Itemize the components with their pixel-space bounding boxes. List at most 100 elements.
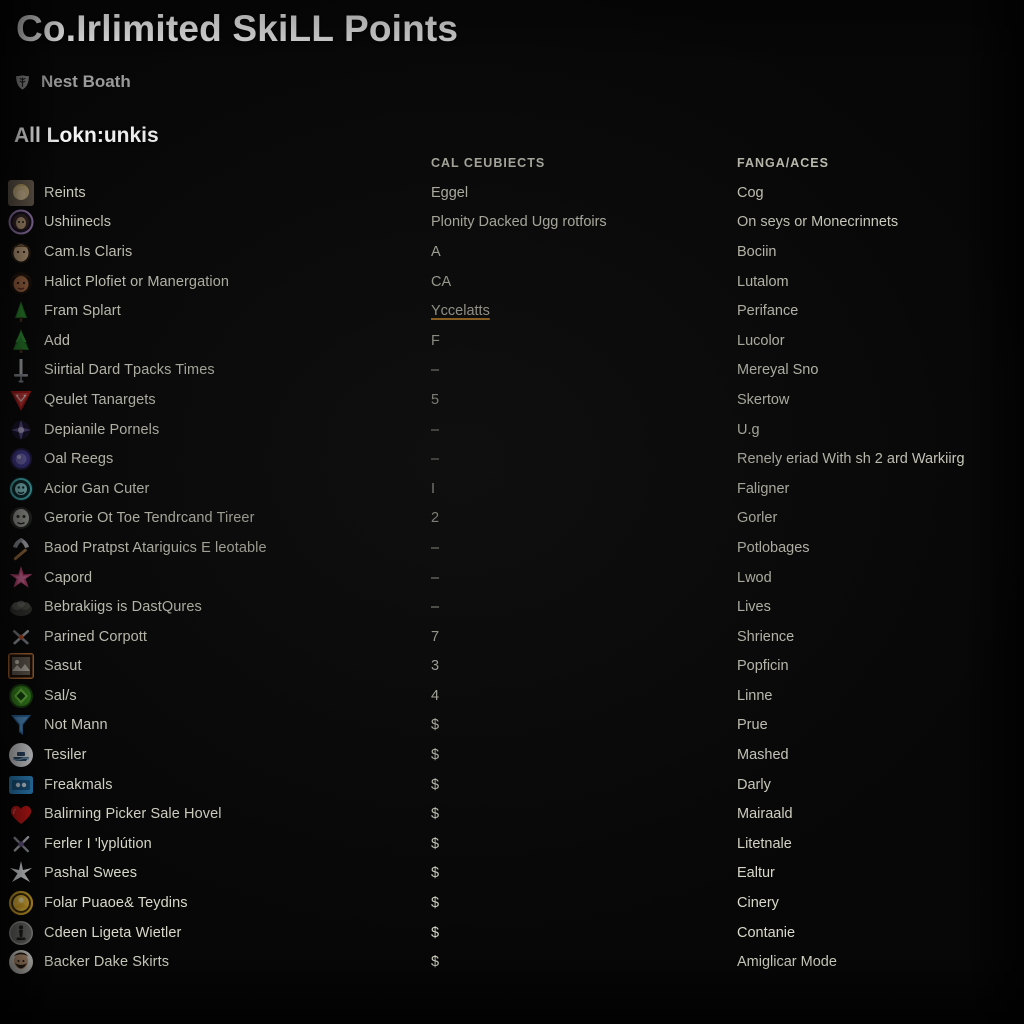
row-name-cell[interactable]: Parined Corpott	[8, 622, 147, 652]
row-mid-cell: $	[431, 711, 731, 741]
table-row[interactable]: Capord – Lwod	[0, 563, 1024, 593]
row-name-cell[interactable]: Freakmals	[8, 770, 113, 800]
row-mid-cell: F	[431, 326, 731, 356]
row-right-cell: Shrience	[737, 622, 1024, 652]
row-name-cell[interactable]: Acior Gan Cuter	[8, 474, 149, 504]
section-title: All Lokn:unkis	[14, 124, 159, 147]
row-name-cell[interactable]: Tesiler	[8, 740, 87, 770]
row-name-cell[interactable]: Sasut	[8, 652, 82, 682]
row-mid-cell: $	[431, 770, 731, 800]
row-name-label: Ushiinecls	[44, 214, 112, 231]
table-row[interactable]: Sal/s 4 Linne	[0, 681, 1024, 711]
row-name-label: Balirning Picker Sale Hovel	[44, 806, 222, 823]
row-right-value: Linne	[737, 687, 773, 704]
table-row[interactable]: Balirning Picker Sale Hovel $ Mairaald	[0, 799, 1024, 829]
row-mid-cell: –	[431, 563, 731, 593]
table-row[interactable]: Tesiler $ Mashed	[0, 740, 1024, 770]
row-right-value: Mashed	[737, 747, 789, 764]
table-row[interactable]: Halict Plofiet or Manergation CA Lutalom	[0, 267, 1024, 297]
row-right-value: Ealtur	[737, 865, 775, 882]
row-right-value: Prue	[737, 717, 768, 734]
subtitle: Nest Boath	[14, 72, 131, 92]
row-name-cell[interactable]: Ushiinecls	[8, 208, 111, 238]
row-right-value: Litetnale	[737, 835, 792, 852]
pink-star-icon	[8, 565, 34, 591]
row-right-cell: On seys or Monecrinnets	[737, 208, 1024, 238]
column-header-mid: CAL CEUBIECTS	[431, 156, 546, 170]
row-name-label: Fram Splart	[44, 303, 121, 320]
table-row[interactable]: Acior Gan Cuter I Faligner	[0, 474, 1024, 504]
row-right-cell: Potlobages	[737, 533, 1024, 563]
row-mid-cell: CA	[431, 267, 731, 297]
table-row[interactable]: Depianile Pornels – U.g	[0, 415, 1024, 445]
table-row[interactable]: Freakmals $ Darly	[0, 770, 1024, 800]
row-mid-cell: $	[431, 829, 731, 859]
row-name-cell[interactable]: Fram Splart	[8, 296, 121, 326]
white-burst-icon	[8, 860, 34, 886]
row-right-cell: Lucolor	[737, 326, 1024, 356]
row-right-value: Lives	[737, 599, 771, 616]
row-mid-cell: $	[431, 859, 731, 889]
row-name-cell[interactable]: Cam.Is Claris	[8, 237, 132, 267]
row-right-value: Lwod	[737, 569, 772, 586]
row-name-cell[interactable]: Bebrakiigs is DastQures	[8, 592, 202, 622]
row-name-label: Halict Plofiet or Manergation	[44, 273, 230, 290]
row-name-cell[interactable]: Add	[8, 326, 70, 356]
table-row[interactable]: Cdeen Ligeta Wietler $ Contanie	[0, 918, 1024, 948]
table-row[interactable]: Gerorie Ot Toe Tendrcand Tireer 2 Gorler	[0, 504, 1024, 534]
row-mid-cell: $	[431, 740, 731, 770]
row-name-cell[interactable]: Baod Pratpst Atariguics E leotable	[8, 533, 267, 563]
row-right-value: Mereyal Sno	[737, 362, 819, 379]
row-name-cell[interactable]: Sal/s	[8, 681, 77, 711]
table-row[interactable]: Oal Reegs – Renely eriad With sh 2 ard War…	[0, 444, 1024, 474]
row-name-cell[interactable]: Gerorie Ot Toe Tendrcand Tireer	[8, 504, 255, 534]
row-mid-value: $	[431, 954, 440, 971]
table-row[interactable]: Add F Lucolor	[0, 326, 1024, 356]
row-name-cell[interactable]: Qeulet Tanargets	[8, 385, 156, 415]
row-right-cell: Skertow	[737, 385, 1024, 415]
table-row[interactable]: Not Mann $ Prue	[0, 711, 1024, 741]
table-row[interactable]: Pashal Swees $ Ealtur	[0, 859, 1024, 889]
row-name-cell[interactable]: Pashal Swees	[8, 859, 137, 889]
row-mid-value: –	[431, 451, 440, 468]
row-mid-cell: $	[431, 918, 731, 948]
row-right-value: Popficin	[737, 658, 789, 675]
table-row[interactable]: Reints Eggel Cog	[0, 178, 1024, 208]
table-row[interactable]: Backer Dake Skirts $ Amiglicar Mode	[0, 947, 1024, 977]
table-row[interactable]: Parined Corpott 7 Shrience	[0, 622, 1024, 652]
table-row[interactable]: Bebrakiigs is DastQures – Lives	[0, 592, 1024, 622]
row-right-cell: Bociin	[737, 237, 1024, 267]
table-row[interactable]: Ushiinecls Plonity Dacked Ugg rotfoirs On …	[0, 208, 1024, 238]
table-row[interactable]: Baod Pratpst Atariguics E leotable – Potlo…	[0, 533, 1024, 563]
table-row[interactable]: Siirtial Dard Tpacks Times – Mereyal Sno	[0, 356, 1024, 386]
table-row[interactable]: Fram Splart Yccelatts Perifance	[0, 296, 1024, 326]
table-row[interactable]: Cam.Is Claris A Bociin	[0, 237, 1024, 267]
table-row[interactable]: Qeulet Tanargets 5 Skertow	[0, 385, 1024, 415]
row-name-cell[interactable]: Ferler I 'lyplútion	[8, 829, 152, 859]
row-name-cell[interactable]: Siirtial Dard Tpacks Times	[8, 356, 215, 386]
row-name-label: Siirtial Dard Tpacks Times	[44, 362, 215, 379]
row-name-cell[interactable]: Not Mann	[8, 711, 108, 741]
row-right-cell: Lwod	[737, 563, 1024, 593]
table-row[interactable]: Sasut 3 Popficin	[0, 652, 1024, 682]
row-right-cell: U.g	[737, 415, 1024, 445]
row-name-label: Qeulet Tanargets	[44, 391, 156, 408]
row-name-cell[interactable]: Cdeen Ligeta Wietler	[8, 918, 181, 948]
table-row[interactable]: Ferler I 'lyplútion $ Litetnale	[0, 829, 1024, 859]
row-name-cell[interactable]: Backer Dake Skirts	[8, 947, 169, 977]
row-mid-value: 3	[431, 658, 440, 675]
row-name-cell[interactable]: Folar Puaoe& Teydins	[8, 888, 188, 918]
row-mid-cell: 7	[431, 622, 731, 652]
row-name-cell[interactable]: Halict Plofiet or Manergation	[8, 267, 229, 297]
row-name-cell[interactable]: Balirning Picker Sale Hovel	[8, 799, 222, 829]
table-row[interactable]: Folar Puaoe& Teydins $ Cinery	[0, 888, 1024, 918]
row-right-cell: Contanie	[737, 918, 1024, 948]
row-name-cell[interactable]: Reints	[8, 178, 86, 208]
row-right-value: Gorler	[737, 510, 778, 527]
row-name-cell[interactable]: Depianile Pornels	[8, 415, 159, 445]
row-name-cell[interactable]: Capord	[8, 563, 92, 593]
row-right-cell: Darly	[737, 770, 1024, 800]
row-name-cell[interactable]: Oal Reegs	[8, 444, 113, 474]
row-mid-cell: Yccelatts	[431, 296, 731, 326]
row-right-cell: Lives	[737, 592, 1024, 622]
